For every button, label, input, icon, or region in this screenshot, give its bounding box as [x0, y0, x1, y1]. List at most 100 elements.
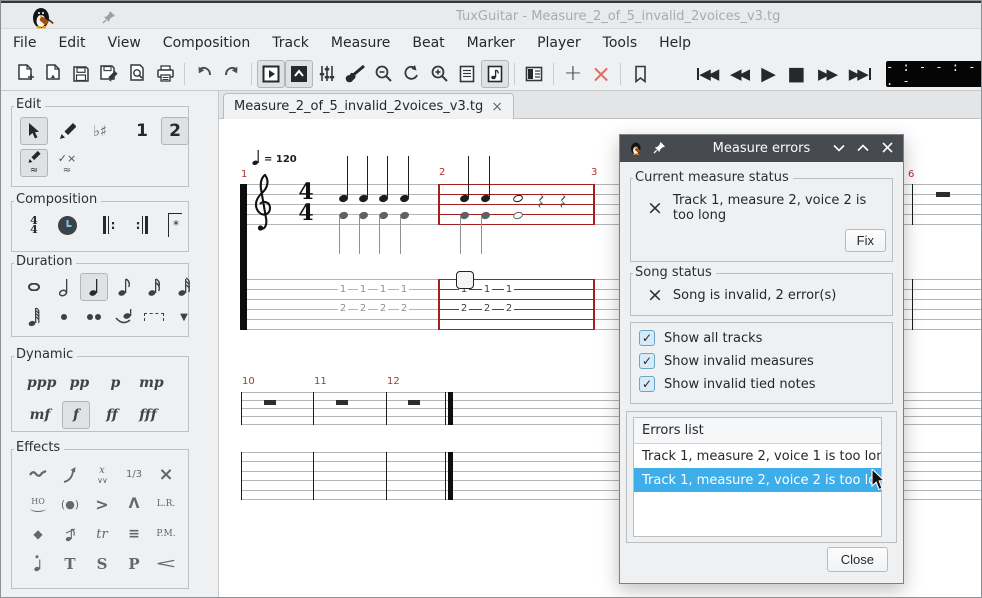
accentuated-note-button[interactable]: >: [88, 490, 116, 518]
fret-number[interactable]: 2: [378, 303, 388, 314]
go-to-start-button[interactable]: ◀◀: [692, 60, 724, 88]
fret-number[interactable]: 1: [482, 284, 492, 295]
open-repeat-button[interactable]: :: [95, 211, 123, 239]
slide-button[interactable]: [56, 460, 84, 488]
vibrato-button[interactable]: [24, 460, 52, 488]
compact-view-toggle-button[interactable]: [285, 60, 313, 88]
free-edit-mode-button[interactable]: ≈: [20, 149, 48, 177]
trill-button[interactable]: tr: [88, 520, 116, 548]
fret-number[interactable]: 2: [399, 303, 409, 314]
new-file-button[interactable]: [11, 60, 39, 88]
menu-beat[interactable]: Beat: [412, 35, 444, 51]
menu-player[interactable]: Player: [537, 35, 581, 51]
slapping-button[interactable]: S: [88, 550, 116, 578]
errors-list[interactable]: Errors list Track 1, measure 2, voice 1 …: [633, 417, 882, 537]
let-ring-button[interactable]: L.R.: [152, 490, 180, 518]
fret-number[interactable]: 2: [482, 303, 492, 314]
fretboard-guitar-button[interactable]: [341, 60, 369, 88]
menu-edit[interactable]: Edit: [58, 35, 85, 51]
track-table-button[interactable]: [520, 60, 548, 88]
fret-number[interactable]: 1: [378, 284, 388, 295]
harmonic-button[interactable]: ◆: [24, 520, 52, 548]
tapping-button[interactable]: T: [56, 550, 84, 578]
panel-scrollbar-track[interactable]: [200, 91, 219, 598]
dynamic-pp-button[interactable]: pp: [65, 369, 93, 397]
fret-number[interactable]: 2: [358, 303, 368, 314]
show-score-toggle-button[interactable]: [257, 60, 285, 88]
properties-document-button[interactable]: [453, 60, 481, 88]
dynamic-p-button[interactable]: p: [101, 369, 129, 397]
checkbox-checked-icon[interactable]: ✓: [639, 330, 655, 346]
menu-help[interactable]: Help: [659, 35, 691, 51]
go-to-end-button[interactable]: ▶▶: [844, 60, 876, 88]
selection-mode-button[interactable]: [20, 117, 48, 145]
chevron-down-icon[interactable]: [833, 144, 845, 152]
save-button[interactable]: [67, 60, 95, 88]
voice-1-button[interactable]: 1: [128, 117, 156, 145]
fret-number[interactable]: 2: [504, 303, 514, 314]
mixer-button[interactable]: [313, 60, 341, 88]
menu-marker[interactable]: Marker: [467, 35, 515, 51]
time-signature-button[interactable]: 44: [20, 211, 48, 239]
palm-mute-button[interactable]: P.M.: [152, 520, 180, 548]
quarter-note-button[interactable]: [80, 273, 108, 301]
bend-button[interactable]: x ∨∨: [88, 460, 116, 488]
hammer-on-button[interactable]: HO: [24, 490, 52, 518]
show-invalid-measures-option[interactable]: ✓ Show invalid measures: [639, 353, 892, 369]
song-sheet-toggle-button[interactable]: [481, 60, 509, 88]
voice-validation-button[interactable]: ✓× ≈: [53, 149, 81, 177]
pin-icon[interactable]: [102, 10, 116, 24]
accidentals-button[interactable]: ♭♯: [86, 117, 114, 145]
voice-2-button[interactable]: 2: [161, 117, 189, 145]
menu-file[interactable]: File: [13, 35, 36, 51]
tuplet-button[interactable]: [140, 303, 168, 331]
fade-in-button[interactable]: <: [152, 550, 180, 578]
chevron-up-icon[interactable]: [857, 144, 869, 152]
half-note-button[interactable]: [50, 273, 78, 301]
fret-number[interactable]: 1: [338, 284, 348, 295]
fret-number[interactable]: 1: [358, 284, 368, 295]
beat-cursor[interactable]: [456, 271, 474, 289]
show-all-tracks-option[interactable]: ✓ Show all tracks: [639, 330, 892, 346]
fret-number[interactable]: 2: [459, 303, 469, 314]
heavy-accentuated-note-button[interactable]: Λ: [120, 490, 148, 518]
alternative-ending-button[interactable]: *: [161, 211, 189, 239]
tremolo-picking-button[interactable]: ≡: [120, 520, 148, 548]
duration-dropdown-button[interactable]: ▼: [170, 303, 198, 331]
dialog-titlebar[interactable]: Measure errors: [620, 135, 903, 162]
menu-track[interactable]: Track: [272, 35, 309, 51]
sixteenth-note-button[interactable]: [140, 273, 168, 301]
sixty-fourth-note-button[interactable]: [20, 303, 48, 331]
tuplet-feel-button[interactable]: 1/3: [120, 460, 148, 488]
tied-note-button[interactable]: [110, 303, 138, 331]
menu-view[interactable]: View: [108, 35, 141, 51]
thirty-second-note-button[interactable]: [170, 273, 198, 301]
edit-mode-pencil-button[interactable]: [53, 117, 81, 145]
save-as-button[interactable]: [95, 60, 123, 88]
grace-note-button[interactable]: [56, 520, 84, 548]
error-list-item[interactable]: Track 1, measure 2, voice 1 is too long: [634, 444, 881, 468]
staccato-button[interactable]: [24, 550, 52, 578]
dynamic-f-button[interactable]: f: [62, 401, 90, 429]
zoom-in-button[interactable]: [425, 60, 453, 88]
eighth-note-button[interactable]: [110, 273, 138, 301]
menu-tools[interactable]: Tools: [603, 35, 638, 51]
checkbox-checked-icon[interactable]: ✓: [639, 376, 655, 392]
redo-button[interactable]: [218, 60, 246, 88]
tempo-clock-button[interactable]: [53, 211, 81, 239]
dynamic-fff-button[interactable]: fff: [134, 401, 162, 429]
close-button[interactable]: Close: [827, 547, 888, 572]
document-tab[interactable]: Measure_2_of_5_invalid_2voices_v3.tg ×: [223, 93, 514, 119]
fret-number[interactable]: 1: [399, 284, 409, 295]
zoom-out-button[interactable]: [369, 60, 397, 88]
zoom-reset-button[interactable]: [397, 60, 425, 88]
window-titlebar[interactable]: TuxGuitar - Measure_2_of_5_invalid_2voic…: [1, 1, 982, 29]
ghost-note-button[interactable]: (●): [56, 490, 84, 518]
menu-measure[interactable]: Measure: [331, 35, 391, 51]
open-file-button[interactable]: [39, 60, 67, 88]
dynamic-mf-button[interactable]: mf: [26, 401, 54, 429]
print-preview-button[interactable]: [123, 60, 151, 88]
marker-list-button[interactable]: [626, 60, 654, 88]
fret-number[interactable]: 2: [338, 303, 348, 314]
rewind-button[interactable]: ◀◀: [724, 60, 756, 88]
